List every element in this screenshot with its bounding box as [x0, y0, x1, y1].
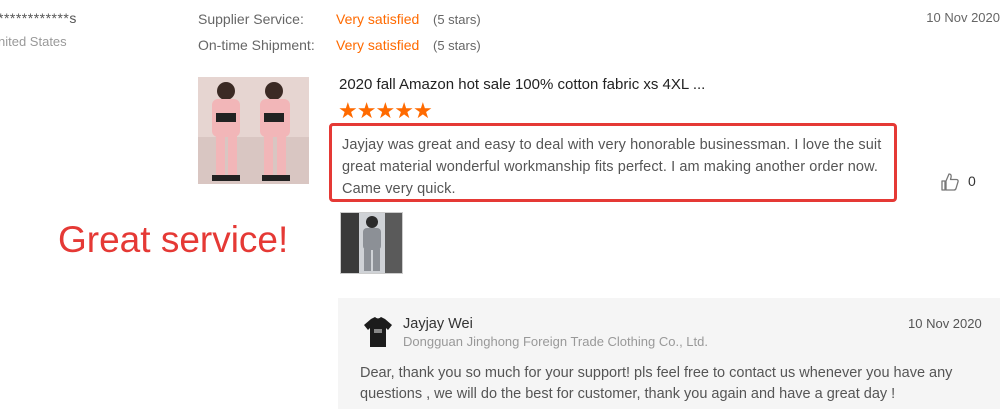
supplier-service-label: Supplier Service: [198, 11, 304, 27]
review-star-rating: ★★★★★ [338, 98, 433, 124]
supplier-avatar [361, 315, 395, 349]
like-count: 0 [968, 173, 976, 189]
ontime-shipment-label: On-time Shipment: [198, 37, 315, 53]
star-icon: ★ [394, 98, 414, 123]
reviewer-name: ************s [0, 10, 77, 26]
supplier-service-stars: (5 stars) [433, 12, 481, 27]
review-text: Jayjay was great and easy to deal with v… [329, 123, 897, 202]
product-title[interactable]: 2020 fall Amazon hot sale 100% cotton fa… [339, 76, 705, 93]
star-icon: ★ [338, 98, 358, 123]
star-icon: ★ [412, 98, 433, 123]
star-icon: ★ [356, 98, 377, 123]
supplier-service-value: Very satisfied [336, 11, 420, 27]
reviewer-country: nited States [0, 34, 67, 49]
annotation-text: Great service! [58, 219, 289, 260]
star-icon: ★ [375, 98, 395, 123]
ontime-shipment-value: Very satisfied [336, 37, 420, 53]
thumbs-up-icon[interactable] [940, 172, 960, 197]
review-date: 10 Nov 2020 [926, 10, 1000, 25]
review-photo-thumbnail[interactable] [340, 212, 403, 274]
supplier-reply-text: Dear, thank you so much for your support… [360, 365, 953, 402]
product-image[interactable] [198, 77, 309, 184]
ontime-shipment-stars: (5 stars) [433, 38, 481, 53]
supplier-company-name[interactable]: Dongguan Jinghong Foreign Trade Clothing… [403, 334, 708, 349]
supplier-reply-name: Jayjay Wei [403, 316, 473, 332]
reply-date: 10 Nov 2020 [908, 316, 982, 331]
